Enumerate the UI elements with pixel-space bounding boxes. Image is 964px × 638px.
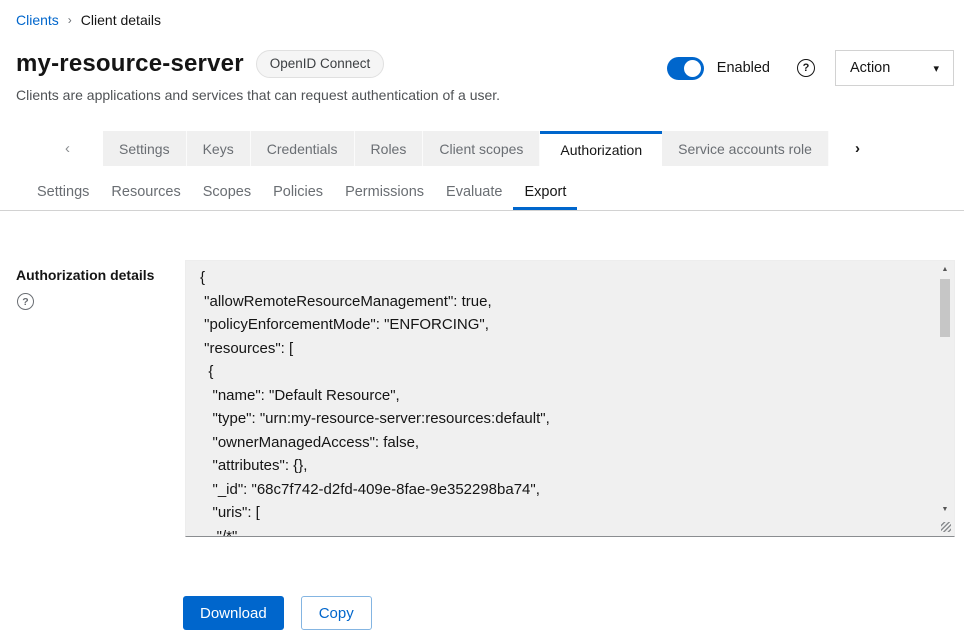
scroll-up-icon[interactable]: ▲ (937, 266, 953, 273)
action-dropdown-label: Action (850, 60, 890, 76)
main-tabbar: ‹ Settings Keys Credentials Roles Client… (0, 131, 964, 166)
toggle-knob-icon (684, 60, 701, 77)
caret-down-icon: ▾ (933, 62, 939, 75)
tab-keys[interactable]: Keys (187, 131, 251, 166)
subtab-policies[interactable]: Policies (262, 176, 334, 210)
tab-roles[interactable]: Roles (355, 131, 424, 166)
scrollbar[interactable]: ▲ ▼ (937, 262, 953, 535)
authorization-json-content: { "allowRemoteResourceManagement": true,… (186, 261, 954, 536)
breadcrumb-current: Client details (81, 12, 161, 28)
resize-grip-icon[interactable] (941, 522, 951, 532)
help-icon[interactable]: ? (17, 293, 34, 310)
title-group: my-resource-server OpenID Connect (16, 50, 384, 78)
page-description: Clients are applications and services th… (16, 87, 500, 103)
authorization-details-label: Authorization details (16, 267, 154, 283)
subtab-permissions[interactable]: Permissions (334, 176, 435, 210)
form-actions: Download Copy (183, 596, 372, 630)
breadcrumb-link-clients[interactable]: Clients (16, 12, 59, 28)
scrollbar-thumb[interactable] (940, 279, 950, 337)
download-button[interactable]: Download (183, 596, 284, 630)
authorization-subtabs: Settings Resources Scopes Policies Permi… (0, 176, 964, 211)
tab-scroll-right-icon[interactable]: › (829, 131, 964, 166)
subtab-settings[interactable]: Settings (26, 176, 100, 210)
help-icon[interactable]: ? (797, 59, 815, 77)
copy-button[interactable]: Copy (301, 596, 372, 630)
tab-settings[interactable]: Settings (103, 131, 187, 166)
tab-scroll-left-icon: ‹ (0, 131, 103, 166)
tab-service-accounts-roles[interactable]: Service accounts role (662, 131, 829, 166)
breadcrumb-separator-icon: › (68, 13, 72, 27)
tab-client-scopes[interactable]: Client scopes (423, 131, 540, 166)
enabled-label: Enabled (717, 60, 770, 76)
subtab-export[interactable]: Export (513, 176, 577, 210)
subtab-scopes[interactable]: Scopes (192, 176, 262, 210)
page-header: my-resource-server OpenID Connect Enable… (16, 50, 954, 86)
tab-authorization[interactable]: Authorization (540, 131, 662, 166)
subtab-evaluate[interactable]: Evaluate (435, 176, 513, 210)
tab-credentials[interactable]: Credentials (251, 131, 355, 166)
header-controls: Enabled ? Action ▾ (667, 50, 954, 86)
authorization-details-textarea[interactable]: { "allowRemoteResourceManagement": true,… (185, 260, 955, 537)
action-dropdown[interactable]: Action ▾ (835, 50, 954, 86)
breadcrumb: Clients › Client details (16, 12, 161, 28)
subtab-resources[interactable]: Resources (100, 176, 191, 210)
scroll-down-icon[interactable]: ▼ (937, 506, 953, 513)
enabled-toggle[interactable] (667, 57, 704, 80)
protocol-badge: OpenID Connect (256, 50, 385, 78)
page-title: my-resource-server (16, 50, 244, 78)
